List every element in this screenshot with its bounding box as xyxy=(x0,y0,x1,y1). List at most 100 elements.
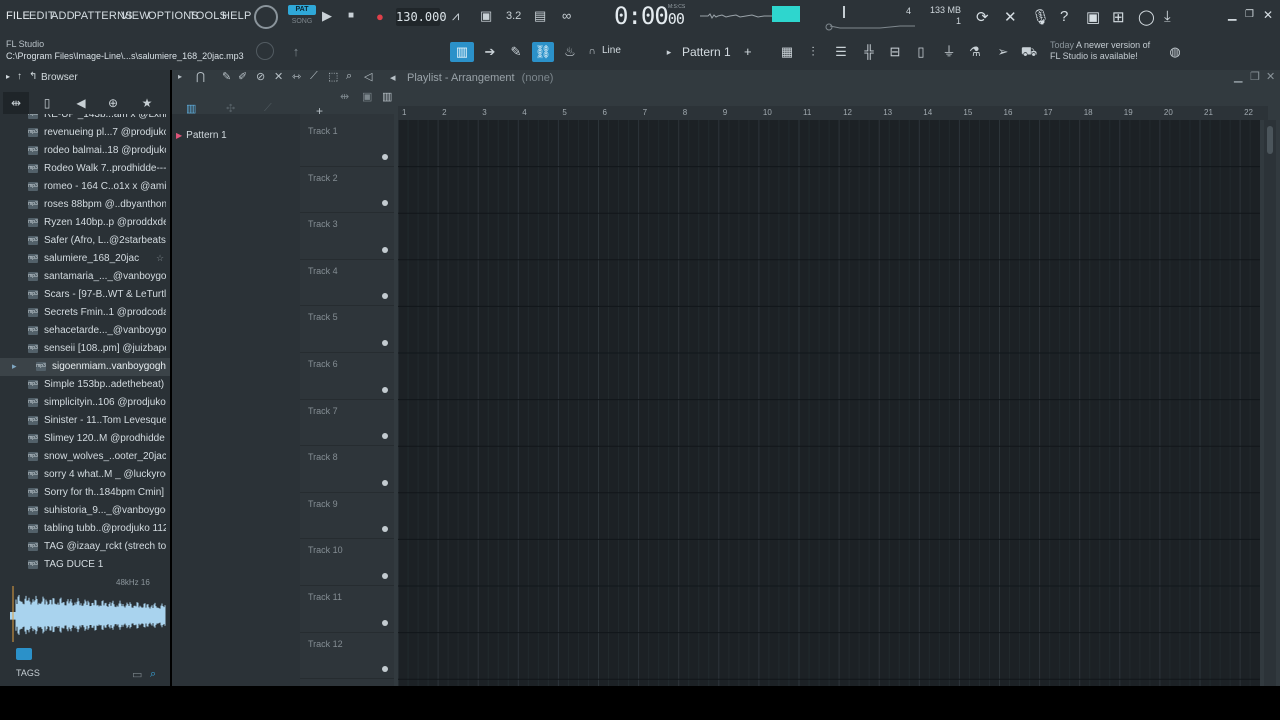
pencil-icon[interactable]: ✎ xyxy=(506,42,526,62)
minimize-icon[interactable]: ▁ xyxy=(1228,8,1236,21)
browser-file-item[interactable]: mp3 santamaria_..._@vanboygogh xyxy=(0,268,170,286)
play-icon[interactable]: ▶ xyxy=(322,8,332,24)
track-mute-led[interactable] xyxy=(382,526,388,533)
chat-icon[interactable]: ◯ xyxy=(1138,8,1155,26)
magnet-icon[interactable]: ∩ xyxy=(586,42,598,62)
browser-tab-audio-icon[interactable]: ◀ xyxy=(68,92,94,114)
globe-icon[interactable]: ◍ xyxy=(1166,42,1184,62)
plugin-picker-icon[interactable]: ╬ xyxy=(860,42,878,62)
close-icon[interactable]: ✕ xyxy=(1263,8,1273,22)
piano-roll-icon[interactable]: ☰ xyxy=(832,42,850,62)
browser-file-item[interactable]: mp3 Slimey 120..M @prodhidde xyxy=(0,430,170,448)
pattern-view-icon[interactable]: ▥ xyxy=(382,90,392,103)
track-mute-led[interactable] xyxy=(382,433,388,440)
track-mute-led[interactable] xyxy=(382,153,388,160)
paint-tool-icon[interactable]: ✐ xyxy=(238,70,247,83)
browser-file-list[interactable]: mp3 RE-UP _143b...am x @Lxnkl mp3 revenuein… xyxy=(0,114,170,578)
wait-input-icon[interactable]: ▣ xyxy=(480,8,492,24)
browser-back-icon[interactable]: ↰ xyxy=(29,71,37,82)
step-edit-icon[interactable]: 3.2 xyxy=(506,10,521,22)
playlist-menu-arrow-icon[interactable]: ▸ xyxy=(178,72,182,81)
select-tool-icon[interactable]: ⬚ xyxy=(328,70,338,83)
browser-file-item[interactable]: mp3 RE-UP _143b...am x @Lxnkl xyxy=(0,114,170,124)
record-icon[interactable]: ● xyxy=(376,9,384,24)
tags-label[interactable]: TAGS xyxy=(16,668,40,678)
browser-file-item[interactable]: mp3 sorry 4 what..M _ @luckyroo xyxy=(0,466,170,484)
track-header[interactable]: Track 11 xyxy=(300,586,394,633)
vertical-scrollbar[interactable] xyxy=(1264,120,1276,686)
browser-file-item[interactable]: mp3 Rodeo Walk 7..prodhidde--- xyxy=(0,160,170,178)
browser-tree-icon[interactable]: ⊟ xyxy=(886,42,904,62)
track-scroll-icon[interactable]: ⇹ xyxy=(340,90,349,103)
browser-file-item[interactable]: mp3 Safer (Afro, L..@2starbeats xyxy=(0,232,170,250)
expand-icon[interactable]: ▸ xyxy=(12,361,17,372)
pattern-selector[interactable]: Pattern 1 + xyxy=(682,42,770,62)
track-mute-led[interactable] xyxy=(382,479,388,486)
mute-tool-icon[interactable]: ✕ xyxy=(274,70,283,83)
playlist-back-icon[interactable]: ◂ xyxy=(390,71,396,84)
zoom-tool-icon[interactable]: ⌕ xyxy=(346,70,352,83)
menu-view[interactable]: VIEW xyxy=(121,10,150,22)
track-header[interactable]: Track 4 xyxy=(300,260,394,307)
slip-tool-icon[interactable]: ⇿ xyxy=(292,70,301,83)
settings-icon[interactable]: ✕ xyxy=(1004,8,1017,26)
download-icon[interactable]: ⤓ xyxy=(1164,8,1171,25)
track-header[interactable]: Track 8 xyxy=(300,446,394,493)
browser-menu-arrow-icon[interactable]: ▸ xyxy=(6,72,10,81)
master-volume-knob[interactable] xyxy=(254,5,278,29)
menu-help[interactable]: HELP xyxy=(222,10,252,22)
document-icon[interactable]: ▯ xyxy=(912,42,930,62)
pat-song-toggle[interactable]: PAT SONG xyxy=(288,5,316,29)
browser-file-item[interactable]: mp3 Ryzen 140bp..p @proddxdek xyxy=(0,214,170,232)
channel-rack-icon[interactable]: ⫶ xyxy=(804,42,822,62)
magnet-snap-icon[interactable]: ⋂ xyxy=(196,70,205,83)
blend-notes-icon[interactable]: ▤ xyxy=(534,8,546,24)
track-header[interactable]: Track 1 xyxy=(300,120,394,167)
track-mute-led[interactable] xyxy=(382,200,388,207)
browser-tab-files-icon[interactable]: ▯ xyxy=(34,92,60,114)
track-header[interactable]: Track 6 xyxy=(300,353,394,400)
track-mute-led[interactable] xyxy=(382,339,388,346)
track-mute-led[interactable] xyxy=(382,246,388,253)
pattern-entry[interactable]: ▶ Pattern 1 xyxy=(176,130,227,141)
mixer-icon[interactable]: ▦ xyxy=(778,42,796,62)
favorite-star-icon[interactable]: ☆ xyxy=(156,253,164,264)
delete-tool-icon[interactable]: ⊘ xyxy=(256,70,265,83)
browser-file-item[interactable]: mp3 roses 88bpm @..dbyanthony xyxy=(0,196,170,214)
browser-tab-favorites-icon[interactable]: ★ xyxy=(134,92,160,114)
browser-file-item[interactable]: mp3 romeo - 164 C..o1x x @amiri xyxy=(0,178,170,196)
stamp-icon[interactable]: ♨ xyxy=(560,42,580,62)
browser-file-item[interactable]: mp3 senseii [108..pm] @juizbape xyxy=(0,340,170,358)
track-header[interactable]: Track 3 xyxy=(300,213,394,260)
browser-file-item[interactable]: mp3 TAG @izaay_rckt (strech to 4) xyxy=(0,538,170,556)
track-mute-led[interactable] xyxy=(382,572,388,579)
restore-icon[interactable]: ❐ xyxy=(1245,9,1254,20)
chevron-right-icon[interactable]: ▸ xyxy=(664,42,674,62)
browser-file-item[interactable]: mp3 TAG DUCE 1 xyxy=(0,556,170,574)
browser-file-item[interactable]: mp3 Secrets Fmin..1 @prodcodax xyxy=(0,304,170,322)
slice-tool-icon[interactable]: ⟋ xyxy=(310,70,318,83)
browser-file-item[interactable]: mp3 simplicityin..106 @prodjuko xyxy=(0,394,170,412)
plugin-icon[interactable]: ⊞ xyxy=(1112,8,1125,26)
browser-file-item[interactable]: mp3 sehacetarde..._@vanboygogh xyxy=(0,322,170,340)
metronome-icon[interactable]: ⩘ xyxy=(452,8,459,24)
browser-file-item[interactable]: mp3 Scars - [97-B..WT & LeTurtle xyxy=(0,286,170,304)
snap-selector[interactable]: Line xyxy=(602,45,621,56)
track-mute-led[interactable] xyxy=(382,666,388,673)
menu-add[interactable]: ADD xyxy=(51,10,75,22)
browser-file-item[interactable]: mp3 Sorry for th..184bpm Cmin] xyxy=(0,484,170,502)
track-header[interactable]: Track 12 xyxy=(300,633,394,680)
stop-icon[interactable]: ■ xyxy=(348,10,354,21)
browser-tab-plugins-icon[interactable]: ⊕ xyxy=(100,92,126,114)
loop-record-icon[interactable]: ∞ xyxy=(562,8,571,23)
timeline-ruler[interactable]: 1 2 3 4 5 6 7 8 9 10 11 12 13 14 15 16 17 18 19 20 21 22 xyxy=(398,106,1268,120)
folder-icon[interactable]: ▭ xyxy=(132,668,142,681)
microphone-icon[interactable]: 🎙 xyxy=(1031,8,1050,26)
playlist-view-icon[interactable]: ▥ xyxy=(450,42,474,62)
playlist-minimize-icon[interactable]: ▁ xyxy=(1234,70,1242,83)
update-notice[interactable]: Today A newer version of FL Studio is av… xyxy=(1050,40,1150,62)
track-header[interactable]: Track 9 xyxy=(300,493,394,540)
browser-file-item[interactable]: mp3 revenueing pl...7 @prodjuko xyxy=(0,124,170,142)
track-mode-icon[interactable]: ▣ xyxy=(362,90,372,103)
link-icon[interactable]: ⛓ xyxy=(532,42,554,62)
